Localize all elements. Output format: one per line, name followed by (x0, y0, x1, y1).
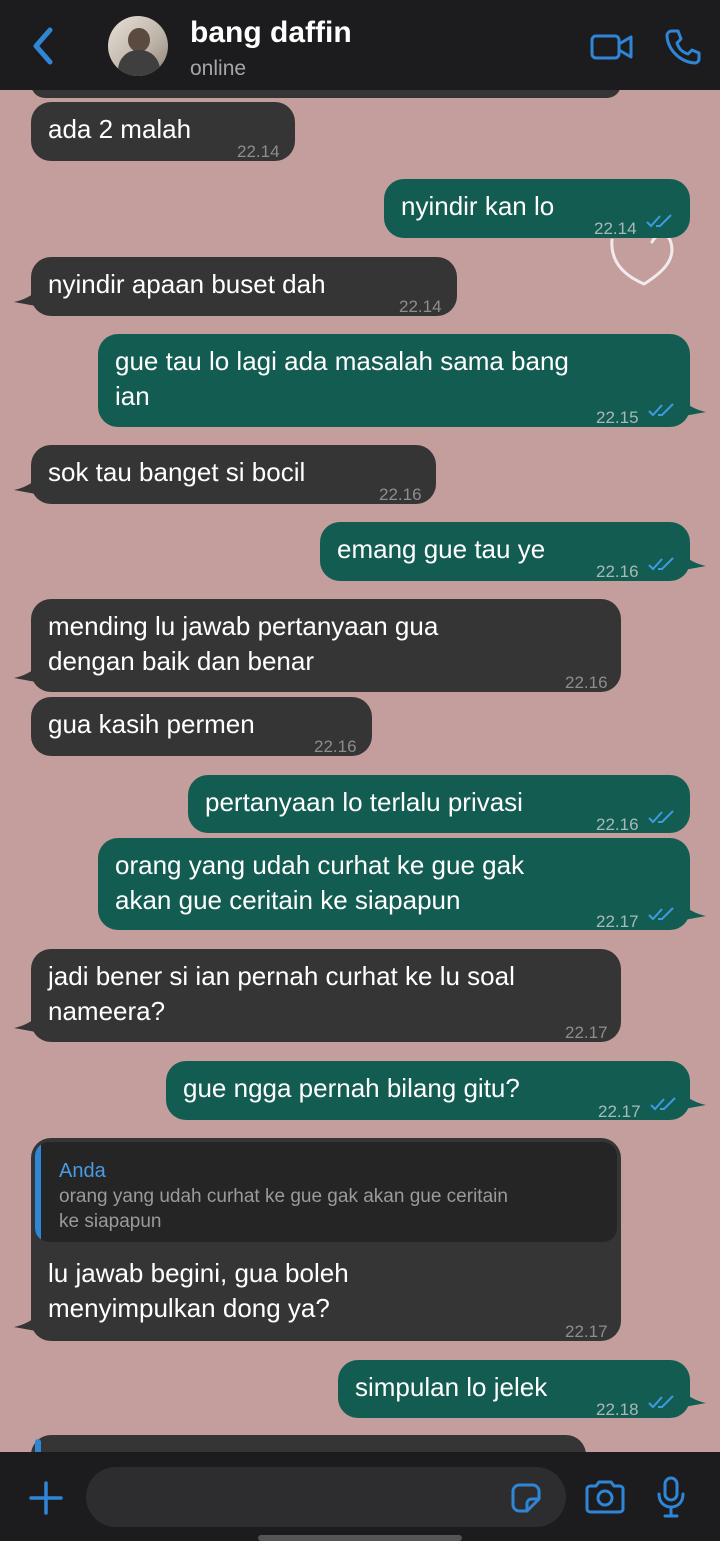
message-time: 22.17 (596, 912, 639, 931)
quote-accent-bar (35, 1439, 41, 1452)
message-line: akan gue ceritain ke siapapun (115, 885, 461, 915)
message-bubble-outgoing[interactable]: gue ngga pernah bilang gitu? 22.17 (166, 1061, 690, 1121)
double-check-read-icon (648, 403, 674, 417)
message-input[interactable] (86, 1467, 566, 1527)
message-time: 22.18 (596, 1400, 639, 1419)
message-line: jadi bener si ian pernah curhat ke lu so… (48, 961, 515, 991)
message-text: simpulan lo jelek (355, 1372, 548, 1402)
message-text: nyindir apaan buset dah (48, 269, 326, 299)
home-indicator (258, 1535, 462, 1541)
message-time: 22.15 (596, 408, 639, 427)
bubble-tail (684, 556, 706, 570)
message-time: 22.16 (596, 815, 639, 834)
phone-call-icon[interactable] (664, 28, 702, 66)
message-bubble-incoming[interactable]: sok tau banget si bocil 22.16 (31, 445, 436, 504)
double-check-read-icon (648, 907, 674, 921)
chat-header: bang daffin online (0, 0, 720, 90)
quote-line: ke siapapun (59, 1211, 162, 1232)
message-line: nameera? (48, 996, 166, 1026)
message-bubble-incoming[interactable]: mending lu jawab pertanyaan gua dengan ba… (31, 599, 621, 692)
message-text: gue tau lo lagi ada masalah sama bang ian (115, 344, 569, 414)
bubble-tail (14, 1317, 36, 1331)
contact-status: online (190, 57, 247, 80)
back-chevron-icon[interactable] (26, 24, 60, 68)
quoted-message[interactable]: Anda orang yang udah curhat ke gue gak a… (35, 1142, 617, 1242)
message-time: 22.16 (596, 562, 639, 581)
message-text: gue ngga pernah bilang gitu? (183, 1073, 520, 1103)
message-time: 22.17 (565, 1322, 608, 1341)
message-text: ada 2 malah (48, 114, 192, 144)
double-check-read-icon (648, 557, 674, 571)
message-bubble-outgoing[interactable]: gue tau lo lagi ada masalah sama bang ian… (98, 334, 690, 427)
message-text: orang yang udah curhat ke gue gak akan gu… (115, 848, 524, 918)
message-text: jadi bener si ian pernah curhat ke lu so… (48, 959, 515, 1029)
message-time: 22.16 (565, 673, 608, 692)
quote-text: orang yang udah curhat ke gue gak akan g… (59, 1184, 597, 1234)
message-bubble-outgoing[interactable]: orang yang udah curhat ke gue gak akan gu… (98, 838, 690, 931)
message-text: lu jawab begini, gua boleh menyimpulkan d… (48, 1256, 349, 1326)
message-bubble-outgoing[interactable]: simpulan lo jelek 22.18 (338, 1360, 690, 1419)
message-line: dengan baik dan benar (48, 646, 315, 676)
bubble-tail (684, 1095, 706, 1109)
bubble-tail (14, 668, 36, 682)
double-check-read-icon (646, 214, 672, 228)
message-bubble-outgoing[interactable]: pertanyaan lo terlalu privasi 22.16 (188, 775, 690, 834)
message-time: 22.14 (237, 142, 280, 161)
message-text: pertanyaan lo terlalu privasi (205, 787, 523, 817)
message-bubble-incoming-reply[interactable]: Anda orang yang udah curhat ke gue gak a… (31, 1138, 621, 1341)
message-bubble-incoming[interactable]: nyindir apaan buset dah 22.14 (31, 257, 457, 316)
microphone-icon[interactable] (656, 1476, 686, 1518)
bubble-tail (14, 480, 36, 494)
message-time: 22.14 (399, 297, 442, 316)
input-bar (0, 1452, 720, 1541)
camera-icon[interactable] (584, 1480, 626, 1514)
video-call-icon[interactable] (590, 32, 634, 62)
message-bubble-incoming[interactable]: jadi bener si ian pernah curhat ke lu so… (31, 949, 621, 1042)
message-time: 22.16 (379, 485, 422, 504)
message-text: gua kasih permen (48, 709, 255, 739)
bubble-tail (14, 292, 36, 306)
message-line: ian (115, 381, 150, 411)
message-time: 22.14 (594, 219, 637, 238)
avatar[interactable] (108, 16, 168, 76)
contact-name[interactable]: bang daffin (190, 16, 352, 50)
message-bubble-incoming[interactable]: gua kasih permen 22.16 (31, 697, 372, 756)
message-line: orang yang udah curhat ke gue gak (115, 850, 525, 880)
message-text: nyindir kan lo (401, 191, 555, 221)
bubble-tail (14, 1018, 36, 1032)
bubble-tail (684, 402, 706, 416)
quote-accent-bar (35, 1142, 41, 1242)
message-list[interactable]: ada 2 malah 22.14 nyindir kan lo 22.14 n… (0, 90, 720, 1452)
message-bubble-outgoing[interactable]: nyindir kan lo 22.14 (384, 179, 690, 238)
plus-icon[interactable] (28, 1480, 64, 1516)
message-time: 22.16 (314, 737, 357, 756)
message-time: 22.17 (598, 1102, 641, 1121)
message-text: emang gue tau ye (337, 534, 546, 564)
message-line: mending lu jawab pertanyaan gua (48, 611, 439, 641)
message-time: 22.17 (565, 1023, 608, 1042)
double-check-read-icon (648, 810, 674, 824)
bubble-tail (684, 1393, 706, 1407)
double-check-read-icon (650, 1097, 676, 1111)
message-bubble-partial[interactable] (31, 90, 621, 98)
message-line: gue tau lo lagi ada masalah sama bang (115, 346, 569, 376)
message-bubble-incoming[interactable]: ada 2 malah 22.14 (31, 102, 295, 161)
sticker-icon[interactable] (510, 1482, 542, 1514)
message-text: mending lu jawab pertanyaan gua dengan ba… (48, 609, 438, 679)
quote-line: orang yang udah curhat ke gue gak akan g… (59, 1186, 508, 1207)
message-bubble-partial[interactable] (31, 1435, 586, 1452)
bubble-tail (684, 906, 706, 920)
message-line: menyimpulkan dong ya? (48, 1293, 330, 1323)
message-line: lu jawab begini, gua boleh (48, 1258, 349, 1288)
message-text: sok tau banget si bocil (48, 457, 306, 487)
double-check-read-icon (648, 1395, 674, 1409)
message-bubble-outgoing[interactable]: emang gue tau ye 22.16 (320, 522, 690, 581)
